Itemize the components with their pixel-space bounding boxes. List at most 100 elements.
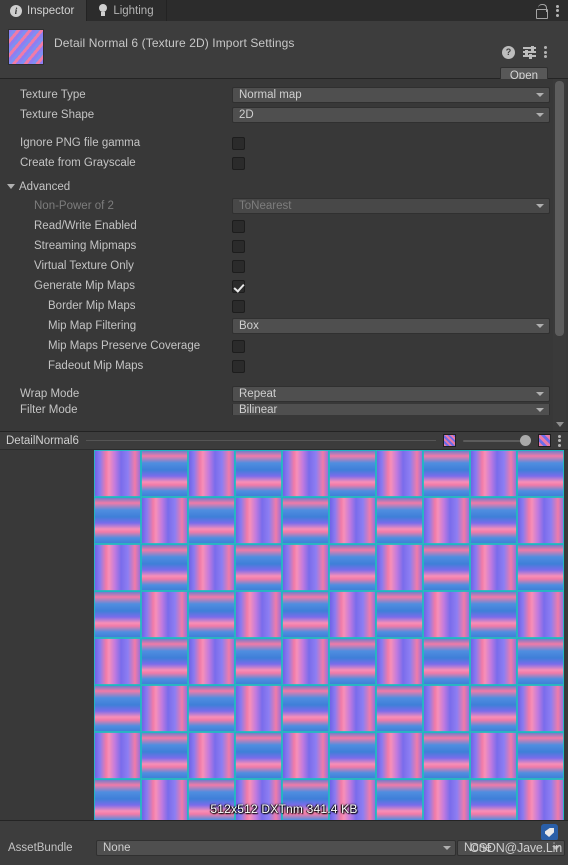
assetbundle-variant-dropdown[interactable]: None [457, 840, 565, 856]
weave-plank [141, 497, 188, 544]
scrollbar-thumb[interactable] [555, 81, 564, 336]
weave-plank [94, 544, 141, 591]
dropdown-mip-map-filtering[interactable]: Box [232, 318, 550, 334]
weave-plank [188, 591, 235, 638]
properties-list: Texture Type Normal map Texture Shape 2D [0, 79, 568, 415]
row-filter-mode: Filter Mode Bilinear [0, 404, 568, 415]
chevron-down-icon [536, 392, 544, 396]
checkbox-streaming-mipmaps[interactable] [232, 239, 245, 253]
weave-plank [470, 450, 517, 497]
row-streaming-mipmaps: Streaming Mipmaps [0, 236, 568, 256]
weave-plank [517, 638, 564, 685]
tab-inspector[interactable]: i Inspector [0, 0, 88, 21]
chevron-down-icon [7, 184, 15, 189]
preset-settings-icon[interactable] [523, 45, 536, 59]
row-read-write-enabled: Read/Write Enabled [0, 216, 568, 236]
weave-plank [470, 544, 517, 591]
weave-plank [235, 544, 282, 591]
header-kebab-menu-icon[interactable] [544, 45, 548, 59]
weave-plank [470, 685, 517, 732]
label-wrap-mode: Wrap Mode [20, 388, 80, 400]
slider-knob[interactable] [520, 435, 531, 446]
weave-plank [517, 779, 564, 820]
weave-plank [235, 685, 282, 732]
weave-plank [470, 638, 517, 685]
foldout-advanced-label: Advanced [19, 180, 71, 193]
weave-plank [94, 638, 141, 685]
foldout-advanced[interactable]: Advanced [0, 177, 568, 196]
dropdown-mip-map-filtering-value: Box [239, 320, 259, 332]
help-icon[interactable]: ? [502, 45, 515, 59]
weave-plank [329, 732, 376, 779]
asset-label-tag-icon[interactable] [541, 824, 558, 841]
row-fadeout-mip-maps: Fadeout Mip Maps [0, 356, 568, 376]
unity-inspector-window: i Inspector Lighting Detail Normal 6 (Te… [0, 0, 568, 865]
weave-plank [517, 685, 564, 732]
info-icon: i [10, 4, 22, 17]
weave-plank [329, 544, 376, 591]
weave-plank [470, 591, 517, 638]
texture-preview-image[interactable]: 512x512 DXTnm 341.4 KB [94, 450, 564, 820]
toolbar-divider [85, 440, 436, 441]
dropdown-filter-mode[interactable]: Bilinear [232, 404, 550, 415]
row-generate-mip-maps: Generate Mip Maps [0, 276, 568, 296]
page-title: Detail Normal 6 (Texture 2D) Import Sett… [54, 36, 295, 50]
weave-plank [329, 685, 376, 732]
weave-plank [94, 591, 141, 638]
preview-toolbar: DetailNormal6 [0, 431, 568, 450]
label-texture-shape: Texture Shape [20, 109, 95, 121]
checkbox-ignore-png-gamma[interactable] [232, 136, 245, 150]
checkbox-read-write-enabled[interactable] [232, 219, 245, 233]
weave-plank [423, 732, 470, 779]
dropdown-filter-mode-value: Bilinear [239, 404, 278, 415]
assetbundle-value: None [103, 842, 131, 854]
label-virtual-texture-only: Virtual Texture Only [34, 260, 134, 272]
preview-kebab-menu-icon[interactable] [558, 434, 562, 448]
row-ignore-png-gamma: Ignore PNG file gamma [0, 133, 568, 153]
chevron-down-icon [536, 93, 544, 97]
weave-plank [329, 638, 376, 685]
row-mip-map-filtering: Mip Map Filtering Box [0, 316, 568, 336]
assetbundle-label: AssetBundle [8, 842, 73, 854]
weave-plank [423, 544, 470, 591]
tab-lighting[interactable]: Lighting [87, 0, 167, 21]
chevron-down-icon [536, 407, 544, 412]
row-virtual-texture-only: Virtual Texture Only [0, 256, 568, 276]
mipmap-small-icon[interactable] [443, 434, 456, 447]
chevron-down-icon [536, 324, 544, 328]
checkbox-generate-mip-maps[interactable] [232, 279, 245, 293]
weave-plank [282, 638, 329, 685]
mipmap-level-slider[interactable] [463, 434, 531, 447]
weave-plank [141, 685, 188, 732]
dropdown-wrap-mode[interactable]: Repeat [232, 386, 550, 402]
weave-plank [235, 450, 282, 497]
weave-plank [423, 685, 470, 732]
window-kebab-menu-icon[interactable] [556, 4, 560, 18]
dropdown-texture-type[interactable]: Normal map [232, 87, 550, 103]
weave-plank [376, 685, 423, 732]
weave-plank [517, 544, 564, 591]
weave-plank [282, 591, 329, 638]
assetbundle-dropdown[interactable]: None [96, 840, 456, 856]
lightbulb-icon [97, 4, 108, 17]
texture-info-overlay: 512x512 DXTnm 341.4 KB [210, 802, 358, 816]
weave-plank [329, 450, 376, 497]
weave-plank [188, 497, 235, 544]
weave-plank [94, 685, 141, 732]
weave-plank [235, 732, 282, 779]
lock-icon[interactable] [535, 4, 548, 19]
chevron-down-icon[interactable] [555, 422, 564, 427]
weave-plank [376, 638, 423, 685]
checkbox-border-mip-maps[interactable] [232, 299, 245, 313]
weave-plank [141, 544, 188, 591]
weave-plank [282, 497, 329, 544]
mipmap-large-icon[interactable] [538, 434, 551, 447]
dropdown-texture-shape[interactable]: 2D [232, 107, 550, 123]
checkbox-fadeout-mip-maps[interactable] [232, 359, 245, 373]
checkbox-virtual-texture-only[interactable] [232, 259, 245, 273]
properties-scrollbar[interactable] [553, 79, 566, 431]
checkbox-create-from-grayscale[interactable] [232, 156, 245, 170]
weave-plank [517, 591, 564, 638]
checkbox-mip-maps-preserve-coverage[interactable] [232, 339, 245, 353]
row-texture-shape: Texture Shape 2D [0, 105, 568, 125]
